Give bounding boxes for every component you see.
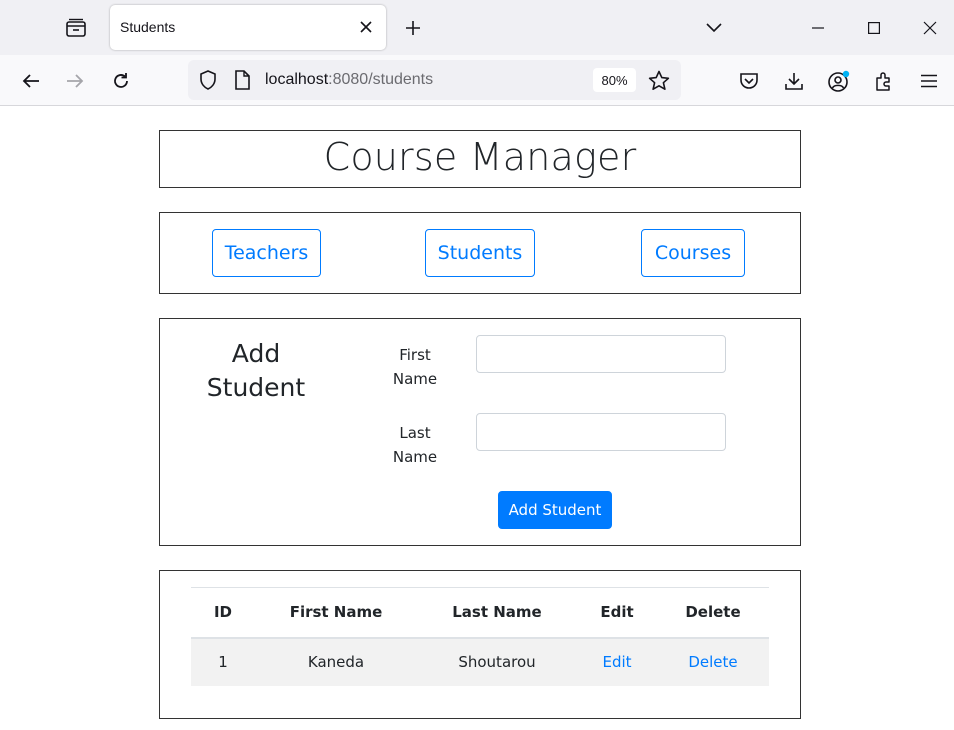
url-bar[interactable]: localhost:8080/students 80%	[188, 60, 681, 100]
last-name-field[interactable]	[476, 413, 726, 451]
table-header-row: ID First Name Last Name Edit Delete	[191, 587, 769, 639]
students-button[interactable]: Students	[425, 229, 535, 277]
reload-icon[interactable]	[105, 65, 137, 97]
url-path: :8080/students	[328, 71, 434, 88]
delete-cell: Delete	[657, 638, 769, 686]
edit-link[interactable]: Edit	[602, 653, 631, 671]
page-title: Course Manager	[323, 135, 637, 179]
url-text[interactable]: localhost:8080/students	[265, 71, 433, 89]
first-name-field[interactable]	[476, 335, 726, 373]
window-close-icon[interactable]	[902, 0, 954, 55]
teachers-button[interactable]: Teachers	[212, 229, 321, 277]
add-student-button[interactable]: Add Student	[498, 491, 612, 529]
cell-id: 1	[218, 653, 228, 671]
cell-first-name: Kaneda	[307, 653, 365, 671]
delete-link[interactable]: Delete	[688, 653, 737, 671]
close-icon[interactable]	[356, 17, 376, 37]
add-student-form: Add Student First Name Last Name Add Stu…	[159, 318, 801, 546]
plus-icon[interactable]	[399, 14, 427, 42]
column-header-delete: Delete	[657, 587, 769, 639]
account-icon[interactable]	[823, 65, 855, 97]
column-header-edit: Edit	[577, 587, 657, 639]
shield-icon[interactable]	[196, 68, 220, 92]
students-table: ID First Name Last Name Edit Delete 1 Ka…	[191, 587, 769, 686]
form-heading: Add Student	[206, 339, 306, 402]
minimize-icon[interactable]	[790, 0, 846, 55]
header-panel: Course Manager	[159, 130, 801, 188]
chevron-down-icon[interactable]	[700, 14, 728, 42]
cell-last-name: Shoutarou	[458, 653, 536, 671]
browser-tab[interactable]: Students	[110, 5, 386, 50]
column-header-id: ID	[191, 587, 255, 639]
zoom-level-badge[interactable]: 80%	[593, 68, 636, 92]
hamburger-menu-icon[interactable]	[913, 65, 945, 97]
browser-tab-bar: Students	[0, 0, 954, 55]
maximize-icon[interactable]	[846, 0, 902, 55]
first-name-label: First Name	[392, 346, 438, 388]
url-host: localhost	[265, 71, 329, 88]
edit-cell: Edit	[577, 638, 657, 686]
extensions-icon[interactable]	[868, 65, 900, 97]
page-icon[interactable]	[230, 68, 254, 92]
nav-panel: Teachers Students Courses	[159, 212, 801, 294]
courses-button[interactable]: Courses	[641, 229, 745, 277]
pocket-icon[interactable]	[733, 65, 765, 97]
last-name-label: Last Name	[392, 424, 438, 466]
browser-nav-bar: localhost:8080/students 80%	[0, 55, 954, 106]
star-icon[interactable]	[646, 68, 672, 92]
column-header-first-name: First Name	[255, 587, 417, 639]
back-arrow-icon[interactable]	[15, 65, 47, 97]
tab-list-icon[interactable]	[60, 12, 92, 44]
download-icon[interactable]	[778, 65, 810, 97]
table-row: 1 Kaneda Shoutarou Edit Delete	[191, 637, 769, 686]
tab-title: Students	[120, 19, 176, 35]
column-header-last-name: Last Name	[417, 587, 577, 639]
students-table-panel: ID First Name Last Name Edit Delete 1 Ka…	[159, 570, 801, 719]
forward-arrow-icon[interactable]	[59, 65, 91, 97]
